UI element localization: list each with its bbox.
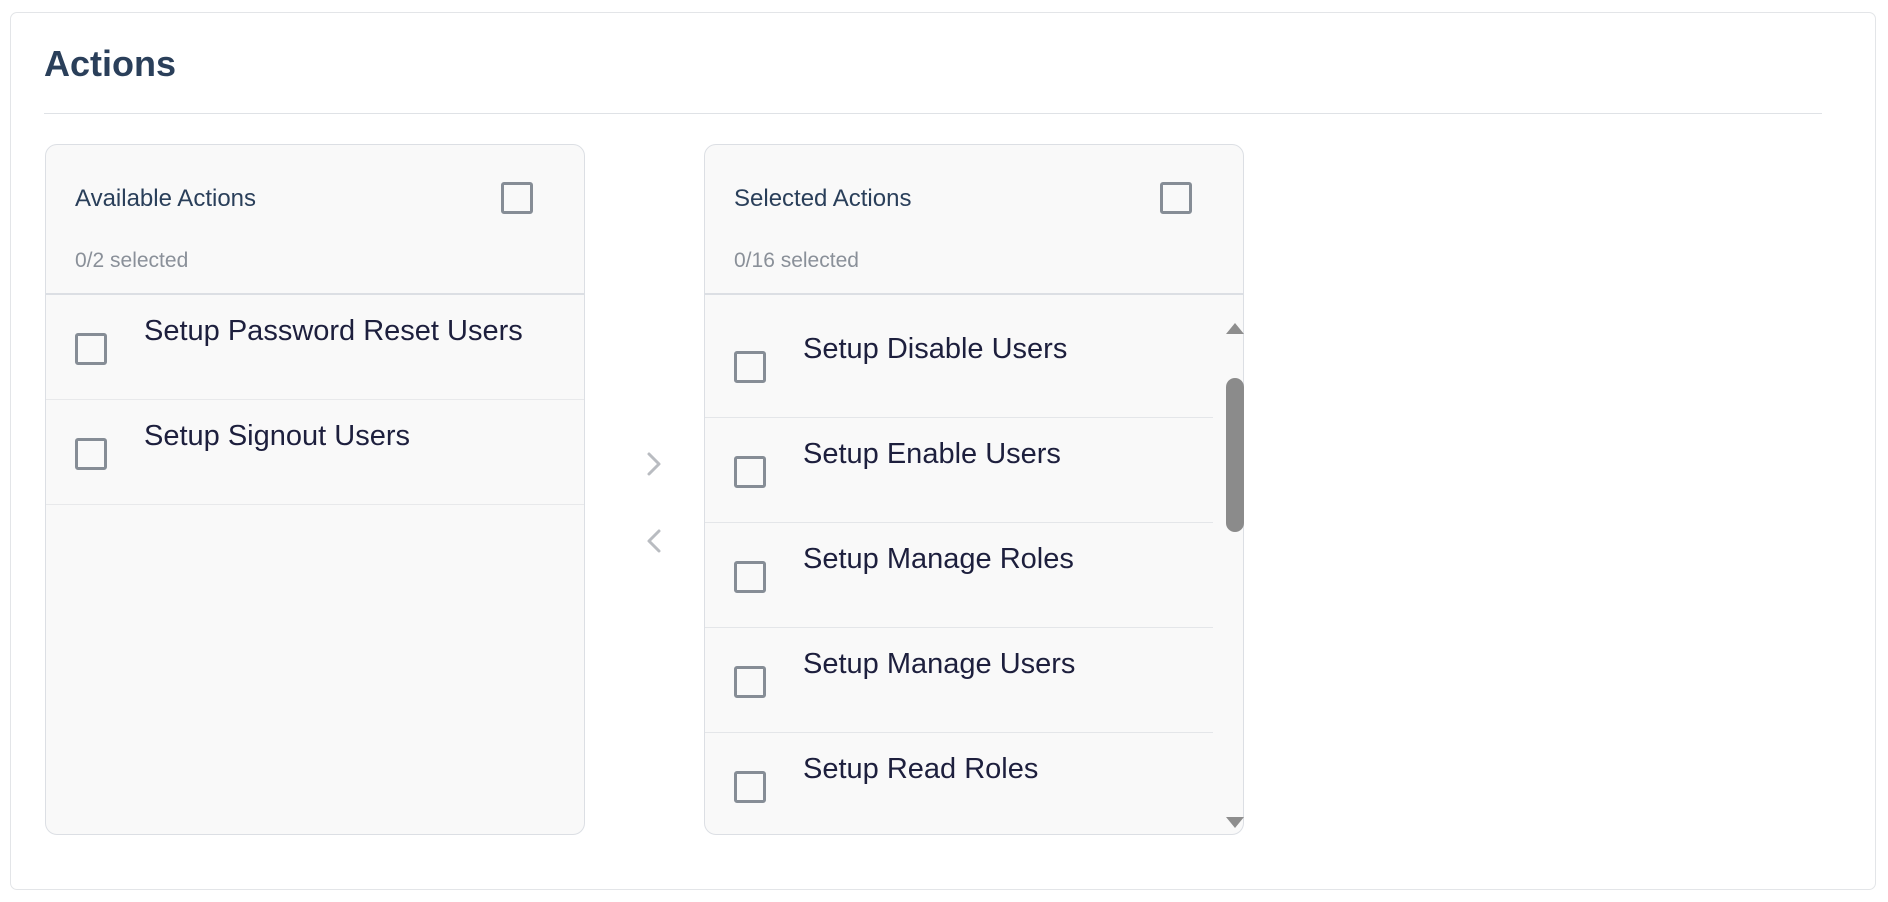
page-title: Actions xyxy=(44,43,177,84)
available-actions-panel: Available Actions 0/2 selected Setup Pas… xyxy=(45,144,585,835)
item-label: Setup Read Roles xyxy=(803,753,1039,785)
available-actions-list: Setup Password Reset Users Setup Signout… xyxy=(46,295,584,834)
item-label: Setup Password Reset Users xyxy=(144,315,523,347)
item-checkbox[interactable] xyxy=(734,666,766,698)
selected-actions-list[interactable]: Setup Disable Users Setup Enable Users S… xyxy=(705,313,1213,834)
item-label: Setup Disable Users xyxy=(803,333,1068,365)
selected-actions-header: Selected Actions 0/16 selected xyxy=(705,145,1243,295)
item-checkbox[interactable] xyxy=(734,771,766,803)
move-to-selected-button[interactable] xyxy=(642,447,666,481)
list-item[interactable]: Setup Signout Users xyxy=(46,400,584,505)
list-item[interactable]: Setup Password Reset Users xyxy=(46,295,584,400)
selected-actions-panel: Selected Actions 0/16 selected Setup Dis… xyxy=(704,144,1244,835)
available-actions-header: Available Actions 0/2 selected xyxy=(46,145,584,295)
scroll-down-arrow-icon[interactable] xyxy=(1226,817,1244,828)
available-actions-title: Available Actions xyxy=(75,185,257,212)
selected-actions-title: Selected Actions xyxy=(734,185,912,212)
item-label: Setup Enable Users xyxy=(803,438,1061,470)
selected-selected-count: 0/16 selected xyxy=(734,249,859,272)
available-select-all-checkbox[interactable] xyxy=(501,182,533,214)
chevron-left-icon xyxy=(647,529,661,553)
list-item[interactable]: Setup Manage Users xyxy=(705,628,1213,733)
item-checkbox[interactable] xyxy=(734,351,766,383)
available-selected-count: 0/2 selected xyxy=(75,249,189,272)
selected-select-all-checkbox[interactable] xyxy=(1160,182,1192,214)
chevron-right-icon xyxy=(647,452,661,476)
item-label: Setup Manage Roles xyxy=(803,543,1074,575)
list-item[interactable]: Setup Disable Users xyxy=(705,313,1213,418)
item-checkbox[interactable] xyxy=(734,561,766,593)
item-label: Setup Manage Users xyxy=(803,648,1076,680)
list-item[interactable]: Setup Manage Roles xyxy=(705,523,1213,628)
scrollbar-thumb[interactable] xyxy=(1226,378,1244,532)
item-label: Setup Signout Users xyxy=(144,420,410,452)
scroll-up-arrow-icon[interactable] xyxy=(1226,323,1244,334)
selected-list-scrollbar[interactable] xyxy=(1224,315,1246,835)
list-item[interactable]: Setup Enable Users xyxy=(705,418,1213,523)
item-checkbox[interactable] xyxy=(734,456,766,488)
item-checkbox[interactable] xyxy=(75,438,107,470)
list-item[interactable]: Setup Read Roles xyxy=(705,733,1213,834)
item-checkbox[interactable] xyxy=(75,333,107,365)
move-to-available-button[interactable] xyxy=(642,524,666,558)
title-divider xyxy=(44,113,1822,114)
